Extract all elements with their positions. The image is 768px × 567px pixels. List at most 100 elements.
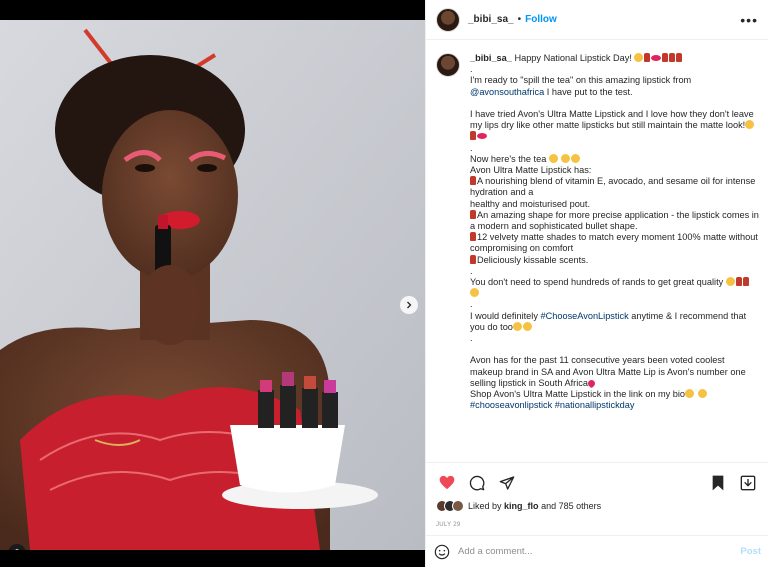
download-button[interactable] (737, 472, 759, 494)
instagram-post-modal: _bibi_sa_ • Follow ••• _bibi_sa_ Happy N… (0, 0, 768, 567)
lipstick-emoji-icon (662, 53, 669, 62)
emoji-icon[interactable] (434, 544, 450, 560)
like-button[interactable] (436, 472, 458, 494)
face-emoji-icon (561, 153, 571, 163)
face-emoji-icon (512, 321, 522, 331)
save-button[interactable] (707, 472, 729, 494)
likes-summary: Liked by king_flo and 785 others (436, 500, 601, 512)
caption-avatar[interactable] (436, 53, 460, 77)
post-date[interactable]: JULY 29 (436, 522, 461, 528)
lipstick-emoji-icon (470, 254, 476, 264)
face-emoji-icon (571, 153, 581, 163)
likes-text[interactable]: Liked by king_flo and 785 others (468, 501, 601, 511)
lips-emoji-icon (477, 133, 487, 140)
caption-area: _bibi_sa_ Happy National Lipstick Day! .… (426, 41, 768, 461)
download-icon (740, 475, 756, 490)
photo-illustration (0, 20, 425, 550)
separator-dot: • (517, 14, 522, 25)
lipstick-emoji-icon (669, 53, 676, 62)
caption-line-text: I would definitely (470, 310, 538, 321)
lipstick-emoji-icon (470, 131, 476, 141)
caption-line: A nourishing blend of vitamin E, avocado… (470, 176, 759, 198)
caption-text: _bibi_sa_ Happy National Lipstick Day! .… (470, 53, 759, 411)
caption-line: #chooseavonlipstick #nationallipstickday (470, 400, 759, 411)
caption-line: . (470, 265, 473, 276)
caption-line-text: I have put to the test. (546, 86, 633, 97)
post-details-panel: _bibi_sa_ • Follow ••• _bibi_sa_ Happy N… (425, 0, 768, 567)
caption-line-text: An amazing shape for more precise applic… (470, 209, 759, 232)
caption-line: Shop Avon's Ultra Matte Lipstick in the … (470, 389, 759, 400)
caption-line-text: Shop Avon's Ultra Matte Lipstick in the … (470, 389, 686, 400)
caption-line-text: 12 velvety matte shades to match every m… (470, 232, 758, 254)
hashtag-link[interactable]: #nationallipstickday (555, 400, 635, 410)
dancer-emoji-icon (742, 277, 749, 287)
liker-username[interactable]: king_flo (504, 501, 539, 511)
lipstick-emoji-icon (470, 232, 476, 242)
comment-icon (469, 475, 485, 490)
liker-avatar (452, 500, 464, 512)
follow-button[interactable]: Follow (525, 14, 557, 25)
caption-line: Avon Ultra Matte Lipstick has: (470, 165, 592, 176)
author-username[interactable]: _bibi_sa_ (468, 14, 514, 25)
caption-line-text: I have tried Avon's Ultra Matte Lipstick… (470, 109, 754, 131)
author-avatar[interactable] (436, 7, 460, 32)
heart-emoji-icon (586, 378, 597, 389)
caption-line: . (470, 333, 473, 344)
lipstick-emoji-icon (644, 53, 651, 62)
lipstick-emoji-icon (470, 176, 476, 186)
caption-line: . (470, 299, 473, 310)
caption-line: 12 velvety matte shades to match every m… (470, 232, 759, 254)
post-header: _bibi_sa_ • Follow ••• (426, 0, 768, 40)
media-bottom-bar (0, 550, 425, 567)
caption-line: You don't need to spend hundreds of rand… (470, 277, 759, 299)
share-button[interactable] (496, 472, 518, 494)
carousel-next-button[interactable] (400, 296, 418, 314)
face-emoji-icon (697, 389, 707, 399)
caption-line: An amazing shape for more precise applic… (470, 209, 759, 232)
smile-emoji-icon (634, 53, 644, 62)
heart-filled-icon (439, 475, 455, 490)
caption-line-text: You don't need to spend hundreds of rand… (470, 277, 724, 288)
caption-line-text: Deliciously kissable scents. (477, 254, 589, 265)
caption-line-text: I'm ready to "spill the tea" on this ama… (470, 75, 692, 86)
caption-line: Avon has for the past 11 consecutive yea… (470, 355, 759, 389)
tea-emoji-icon (548, 153, 558, 163)
post-comment-button[interactable]: Post (740, 546, 761, 557)
caption-line-text: Now here's the tea (470, 153, 547, 164)
paper-plane-icon (499, 475, 515, 490)
caption-line: . (470, 142, 473, 153)
likes-count[interactable]: and 785 others (541, 501, 601, 511)
hashtag-link[interactable]: #ChooseAvonLipstick (541, 311, 629, 321)
caption-row: _bibi_sa_ Happy National Lipstick Day! .… (436, 53, 759, 411)
mention-link[interactable]: @avonsouthafrica (470, 87, 544, 97)
comment-input[interactable] (458, 546, 741, 557)
hashtag-link[interactable]: #chooseavonlipstick (470, 400, 552, 410)
more-options-icon[interactable]: ••• (740, 12, 758, 28)
caption-line: Deliciously kissable scents. (470, 254, 759, 266)
fire-emoji-icon (470, 288, 479, 298)
lips-emoji-icon (651, 55, 662, 61)
caption-line: I'm ready to "spill the tea" on this ama… (470, 75, 759, 86)
caption-line: healthy and moisturised pout. (470, 198, 591, 209)
comment-button[interactable] (466, 472, 488, 494)
action-bar-right (707, 472, 759, 494)
likes-prefix: Liked by (468, 501, 502, 511)
face-emoji-icon (685, 389, 695, 399)
caption-line: Now here's the tea (470, 153, 759, 165)
face-emoji-icon (725, 277, 735, 287)
bookmark-filled-icon (712, 475, 724, 490)
caption-line: I have tried Avon's Ultra Matte Lipstick… (470, 109, 759, 143)
caption-line-text: A nourishing blend of vitamin E, avocado… (470, 176, 756, 198)
post-photo[interactable] (0, 20, 425, 550)
caption-line: . (470, 64, 473, 75)
caption-username[interactable]: _bibi_sa_ (470, 53, 512, 63)
lipstick-emoji-icon (676, 53, 683, 62)
face-emoji-icon (522, 321, 532, 331)
cat-emoji-icon (745, 120, 755, 130)
dancer-emoji-icon (735, 277, 742, 287)
chevron-right-icon (407, 301, 412, 309)
caption-line-text: Avon has for the past 11 consecutive yea… (470, 355, 746, 388)
comment-bar: Post (426, 535, 768, 567)
